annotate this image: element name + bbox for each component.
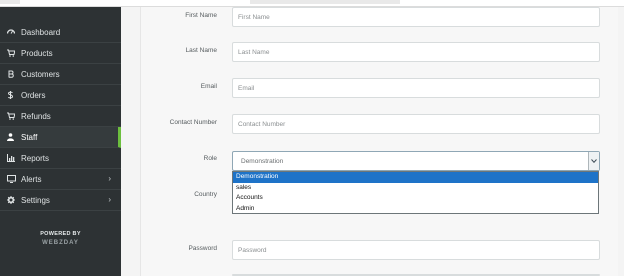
role-select[interactable]: Demonstration: [232, 151, 600, 171]
country-label: Country: [194, 191, 217, 198]
password-field[interactable]: Password: [232, 240, 600, 260]
sidebar-item-label: Customers: [21, 69, 60, 79]
brand-logo: WEBZDAY: [42, 240, 79, 246]
last-name-field[interactable]: Last Name: [232, 42, 600, 62]
sidebar: Dashboard Products Customers Orders Refu…: [0, 7, 121, 276]
sidebar-item-orders[interactable]: Orders: [0, 85, 121, 106]
chevron-down-icon[interactable]: [588, 152, 599, 170]
role-option-admin[interactable]: Admin: [233, 204, 598, 215]
sidebar-item-label: Dashboard: [21, 27, 61, 37]
currency-icon: [7, 70, 21, 78]
email-placeholder: Email: [238, 84, 255, 92]
last-name-label: Last Name: [185, 47, 217, 54]
role-option-accounts[interactable]: Accounts: [233, 193, 598, 204]
first-name-placeholder: First Name: [238, 13, 270, 21]
email-label: Email: [200, 83, 217, 90]
sidebar-item-refunds[interactable]: Refunds: [0, 106, 121, 127]
dashboard-icon: [7, 28, 21, 36]
refund-icon: [7, 112, 21, 120]
sidebar-item-label: Refunds: [21, 111, 51, 121]
sidebar-item-label: Alerts: [21, 174, 42, 184]
powered-by-label: POWERED BY: [40, 231, 81, 237]
sidebar-item-label: Settings: [21, 195, 50, 205]
role-option-sales[interactable]: sales: [233, 183, 598, 194]
bar-chart-icon: [7, 154, 21, 162]
cart-icon: [7, 49, 21, 57]
user-icon: [7, 133, 21, 141]
sidebar-item-settings[interactable]: Settings ›: [0, 190, 121, 211]
contact-number-label: Contact Number: [169, 119, 217, 126]
sidebar-item-staff[interactable]: Staff: [0, 127, 121, 148]
last-name-placeholder: Last Name: [238, 48, 270, 56]
email-field[interactable]: Email: [232, 78, 600, 98]
monitor-icon: [7, 175, 21, 183]
sidebar-item-label: Staff: [21, 132, 38, 142]
top-strip-segment: [0, 0, 20, 4]
first-name-field[interactable]: First Name: [232, 7, 600, 27]
password-placeholder: Password: [238, 246, 267, 254]
first-name-label: First Name: [185, 12, 217, 19]
contact-number-field[interactable]: Contact Number: [232, 114, 600, 134]
chevron-right-icon: ›: [108, 195, 111, 204]
role-option-demonstration[interactable]: Demonstration: [233, 172, 598, 183]
sidebar-item-reports[interactable]: Reports: [0, 148, 121, 169]
chevron-right-icon: ›: [108, 174, 111, 183]
sidebar-item-products[interactable]: Products: [0, 43, 121, 64]
sidebar-item-alerts[interactable]: Alerts ›: [0, 169, 121, 190]
contact-number-placeholder: Contact Number: [238, 120, 286, 128]
top-strip-segment: [250, 0, 400, 4]
sidebar-item-label: Reports: [21, 153, 50, 163]
sidebar-item-label: Products: [21, 48, 53, 58]
gear-icon: [7, 196, 21, 204]
sidebar-item-dashboard[interactable]: Dashboard: [0, 22, 121, 43]
role-dropdown-list: Demonstration sales Accounts Admin: [232, 171, 599, 214]
password-label: Password: [188, 245, 217, 252]
role-label: Role: [203, 155, 217, 162]
role-selected-value: Demonstration: [241, 157, 284, 165]
browser-top-strip: [0, 0, 624, 7]
dollar-icon: [7, 91, 21, 99]
sidebar-item-label: Orders: [21, 90, 46, 100]
sidebar-item-customers[interactable]: Customers: [0, 64, 121, 85]
